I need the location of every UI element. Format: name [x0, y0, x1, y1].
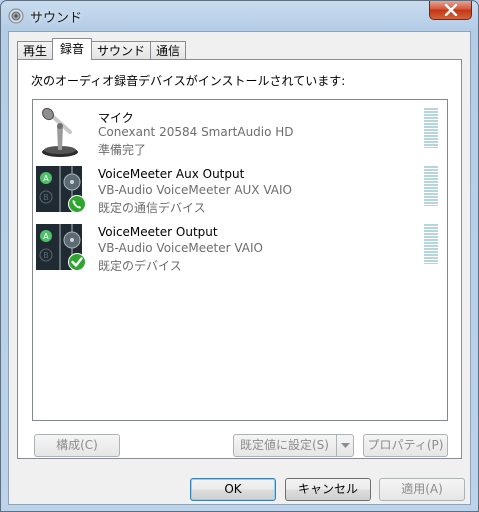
svg-text:A: A [43, 174, 49, 183]
device-driver: Conexant 20584 SmartAudio HD [98, 125, 294, 139]
apply-button[interactable]: 適用(A) [379, 478, 465, 501]
cancel-button[interactable]: キャンセル [285, 478, 371, 501]
speaker-icon [8, 8, 24, 24]
tab-strip: 再生 録音 サウンド 通信 [17, 38, 187, 60]
svg-text:B: B [43, 251, 49, 260]
dialog-client-area: 再生 録音 サウンド 通信 次のオーディオ録音デバイスがインストールされています… [8, 31, 471, 505]
tab-communications[interactable]: 通信 [150, 41, 187, 60]
tab-playback[interactable]: 再生 [17, 41, 54, 60]
phone-badge-icon [68, 195, 86, 213]
level-meter [424, 224, 438, 264]
set-default-split-button[interactable]: 既定値に設定(S) [233, 434, 354, 457]
microphone-icon [42, 107, 78, 157]
device-list[interactable]: マイク Conexant 20584 SmartAudio HD 準備完了 A … [32, 99, 448, 421]
device-name: マイク [98, 111, 134, 125]
close-button[interactable] [429, 1, 472, 20]
svg-text:A: A [43, 232, 49, 241]
properties-button[interactable]: プロパティ(P) [363, 434, 448, 457]
device-item-voicemeeter-output[interactable]: A B VoiceMeeter Output VB-Audio VoiceMee… [36, 222, 444, 274]
device-status: 準備完了 [98, 143, 147, 157]
instruction-text: 次のオーディオ録音デバイスがインストールされています: [31, 74, 346, 88]
set-default-label: 既定値に設定(S) [240, 438, 329, 452]
device-name: VoiceMeeter Aux Output [98, 167, 245, 181]
device-driver: VB-Audio VoiceMeeter VAIO [98, 241, 263, 255]
set-default-dropdown[interactable] [336, 435, 353, 456]
device-item-voicemeeter-aux[interactable]: A B VoiceMeeter Aux Output VB-Audio Voic… [36, 164, 444, 216]
recording-tab-panel: 次のオーディオ録音デバイスがインストールされています: マイク Conexant… [17, 59, 462, 459]
configure-button[interactable]: 構成(C) [34, 434, 120, 457]
window-title: サウンド [30, 11, 83, 26]
svg-text:B: B [43, 193, 49, 202]
chevron-down-icon [340, 442, 350, 448]
device-status: 既定の通信デバイス [98, 201, 206, 215]
device-status: 既定のデバイス [98, 259, 182, 273]
close-icon [444, 4, 457, 16]
device-driver: VB-Audio VoiceMeeter AUX VAIO [98, 183, 292, 197]
ok-button[interactable]: OK [190, 478, 276, 501]
level-meter [424, 108, 438, 148]
tab-sounds[interactable]: サウンド [91, 41, 152, 60]
title-bar[interactable]: サウンド [1, 1, 478, 31]
tab-recording[interactable]: 録音 [52, 38, 93, 60]
checkmark-badge-icon [68, 253, 86, 271]
sound-dialog-window: サウンド 再生 録音 サウンド 通信 次のオーディオ録音デバイスがインストールさ… [0, 0, 479, 512]
device-name: VoiceMeeter Output [98, 225, 218, 239]
device-item-microphone[interactable]: マイク Conexant 20584 SmartAudio HD 準備完了 [36, 106, 444, 158]
level-meter [424, 166, 438, 206]
